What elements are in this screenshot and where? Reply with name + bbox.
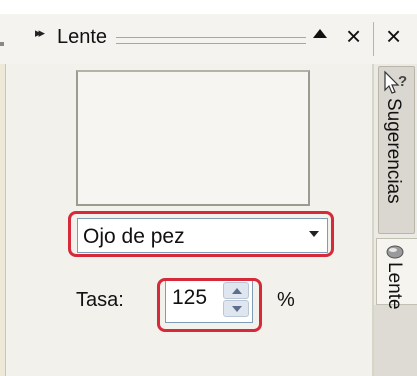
panel-title: Lente [57,26,108,48]
rate-unit: % [277,289,295,311]
lens-icon [386,245,404,259]
highlight-rate [157,278,262,332]
triangle-up-icon[interactable] [313,29,327,38]
frame-dot [0,42,4,46]
highlight-lens-type [68,211,334,257]
help-cursor-icon: ? [384,70,407,94]
svg-text:?: ? [398,73,407,90]
top-strip [0,0,417,14]
close-icon[interactable]: × [386,20,401,52]
tab-sugerencias-label[interactable]: Sugerencias [382,98,404,204]
title-separator [373,22,374,56]
rate-label: Tasa: [76,289,124,311]
title-grip-lines[interactable] [116,37,306,44]
lens-preview [76,70,310,206]
double-chevron-right-icon[interactable]: ▸▸ [35,25,45,41]
tab-sidebar-bottom [374,305,417,376]
close-icon[interactable]: × [346,20,361,52]
tab-lente-label[interactable]: Lente [383,262,405,310]
